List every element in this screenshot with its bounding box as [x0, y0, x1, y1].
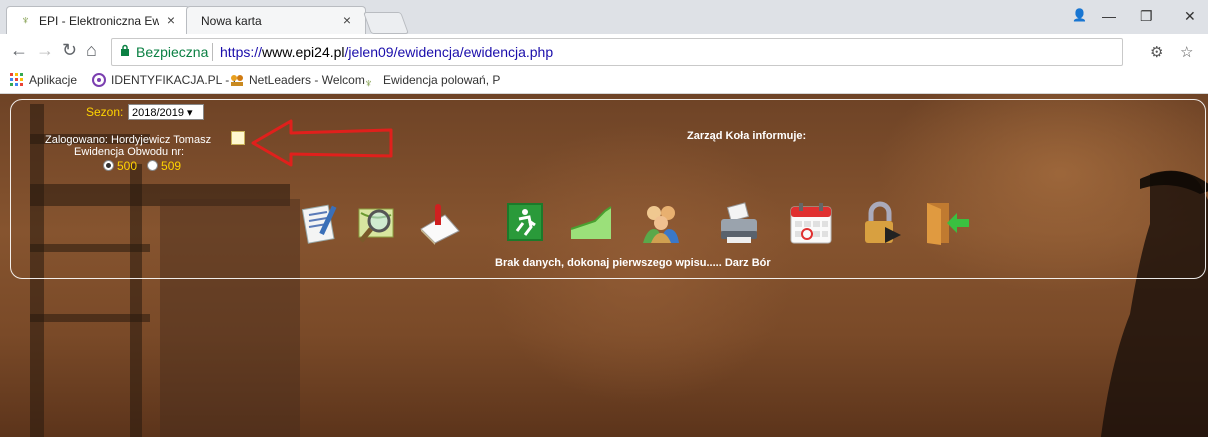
bookmark-label: IDENTYFIKACJA.PL - I: [111, 73, 236, 87]
tab-title: Nowa karta: [201, 14, 262, 28]
secure-label: Bezpieczna: [136, 44, 209, 60]
map-search-icon[interactable]: [355, 201, 399, 245]
deer-icon: ♆: [364, 76, 373, 90]
district-option-509[interactable]: 509: [147, 159, 181, 173]
bookmark-label: Aplikacje: [29, 73, 78, 87]
district-radio-group: 500 509: [103, 159, 181, 173]
apps-grid-icon: [10, 73, 23, 86]
url-path: /jelen09/ewidencja/ewidencja.php: [344, 44, 554, 60]
minimize-button[interactable]: —: [1102, 8, 1116, 24]
logout-door-icon[interactable]: [925, 201, 969, 245]
bookmark-netleaders[interactable]: NetLeaders - Welcom: [230, 73, 365, 87]
edit-profile-icon[interactable]: [231, 131, 245, 145]
reload-icon[interactable]: ↻: [62, 40, 77, 61]
radio-checked[interactable]: [103, 160, 114, 171]
board-info-heading: Zarząd Koła informuje:: [687, 130, 807, 142]
tab-title: EPI - Elektroniczna Ewide: [39, 14, 159, 28]
page-content: Sezon: 2018/2019 ▾ Zalogowano: Hordyjewi…: [0, 94, 1208, 437]
district-option-500[interactable]: 500: [103, 159, 137, 173]
address-bar[interactable]: Bezpieczna https://www.epi24.pl/jelen09/…: [111, 38, 1123, 66]
tab-epi[interactable]: ♆ EPI - Elektroniczna Ewide ×: [6, 6, 190, 34]
district-label: Ewidencja Obwodu nr:: [74, 146, 185, 158]
new-tab-button[interactable]: [362, 12, 410, 34]
padlock-icon[interactable]: [861, 201, 905, 245]
district-number: 509: [161, 159, 182, 173]
bookmarks-bar: Aplikacje IDENTYFIKACJA.PL - I NetLeader…: [0, 68, 1208, 94]
exit-door-green-icon[interactable]: [503, 201, 547, 245]
calendar-icon[interactable]: [789, 201, 833, 245]
forward-arrow-icon[interactable]: →: [36, 40, 54, 61]
logged-in-user: Zalogowano: Hordyjewicz Tomasz: [45, 134, 212, 146]
bookmark-label: NetLeaders - Welcom: [249, 73, 365, 87]
document-pin-icon[interactable]: [417, 201, 461, 245]
tab-close-icon[interactable]: ×: [167, 12, 175, 28]
chart-area-icon[interactable]: [569, 201, 613, 245]
tab-new[interactable]: Nowa karta ×: [186, 6, 366, 34]
home-icon[interactable]: ⌂: [86, 40, 97, 61]
bookmark-label: Ewidencja polowań, P: [383, 73, 501, 87]
season-label: Sezon:: [86, 105, 124, 119]
tab-close-icon[interactable]: ×: [343, 12, 351, 28]
back-arrow-icon[interactable]: ←: [10, 40, 28, 61]
tab-strip: ♆ EPI - Elektroniczna Ewide × Nowa karta…: [0, 0, 1208, 34]
notepad-icon[interactable]: [297, 201, 341, 245]
extension-icon[interactable]: ⚙: [1150, 43, 1163, 61]
district-number: 500: [117, 159, 138, 173]
maximize-button[interactable]: ❐: [1140, 8, 1153, 25]
main-panel: Sezon: 2018/2019 ▾ Zalogowano: Hordyjewi…: [10, 99, 1206, 279]
season-select[interactable]: 2018/2019 ▾: [128, 104, 204, 120]
bookmark-ewidencja[interactable]: ♆ Ewidencja polowań, P: [364, 73, 500, 90]
bookmark-apps[interactable]: Aplikacje: [10, 73, 77, 87]
url-host: www.epi24.pl: [262, 44, 345, 60]
close-window-button[interactable]: ✕: [1184, 8, 1196, 25]
bookmark-identyfikacja[interactable]: IDENTYFIKACJA.PL - I: [92, 73, 236, 87]
printer-icon[interactable]: [717, 201, 761, 245]
identyfikacja-icon: [92, 73, 106, 87]
profile-icon[interactable]: 👤: [1072, 8, 1087, 22]
netleaders-icon: [231, 75, 243, 86]
users-group-icon[interactable]: [639, 201, 683, 245]
deer-favicon-icon: ♆: [21, 13, 30, 27]
status-message: Brak danych, dokonaj pierwszego wpisu...…: [495, 257, 771, 269]
bookmark-star-icon[interactable]: ☆: [1180, 43, 1193, 61]
radio-unchecked[interactable]: [147, 160, 159, 171]
url-scheme: https://: [220, 44, 263, 60]
browser-toolbar: ← → ↻ ⌂ Bezpieczna https://www.epi24.pl/…: [0, 34, 1208, 68]
url-text: https://www.epi24.pl/jelen09/ewidencja/e…: [220, 44, 553, 60]
lock-icon: [121, 44, 129, 56]
annotation-arrow: [251, 119, 393, 167]
divider: [212, 43, 213, 61]
